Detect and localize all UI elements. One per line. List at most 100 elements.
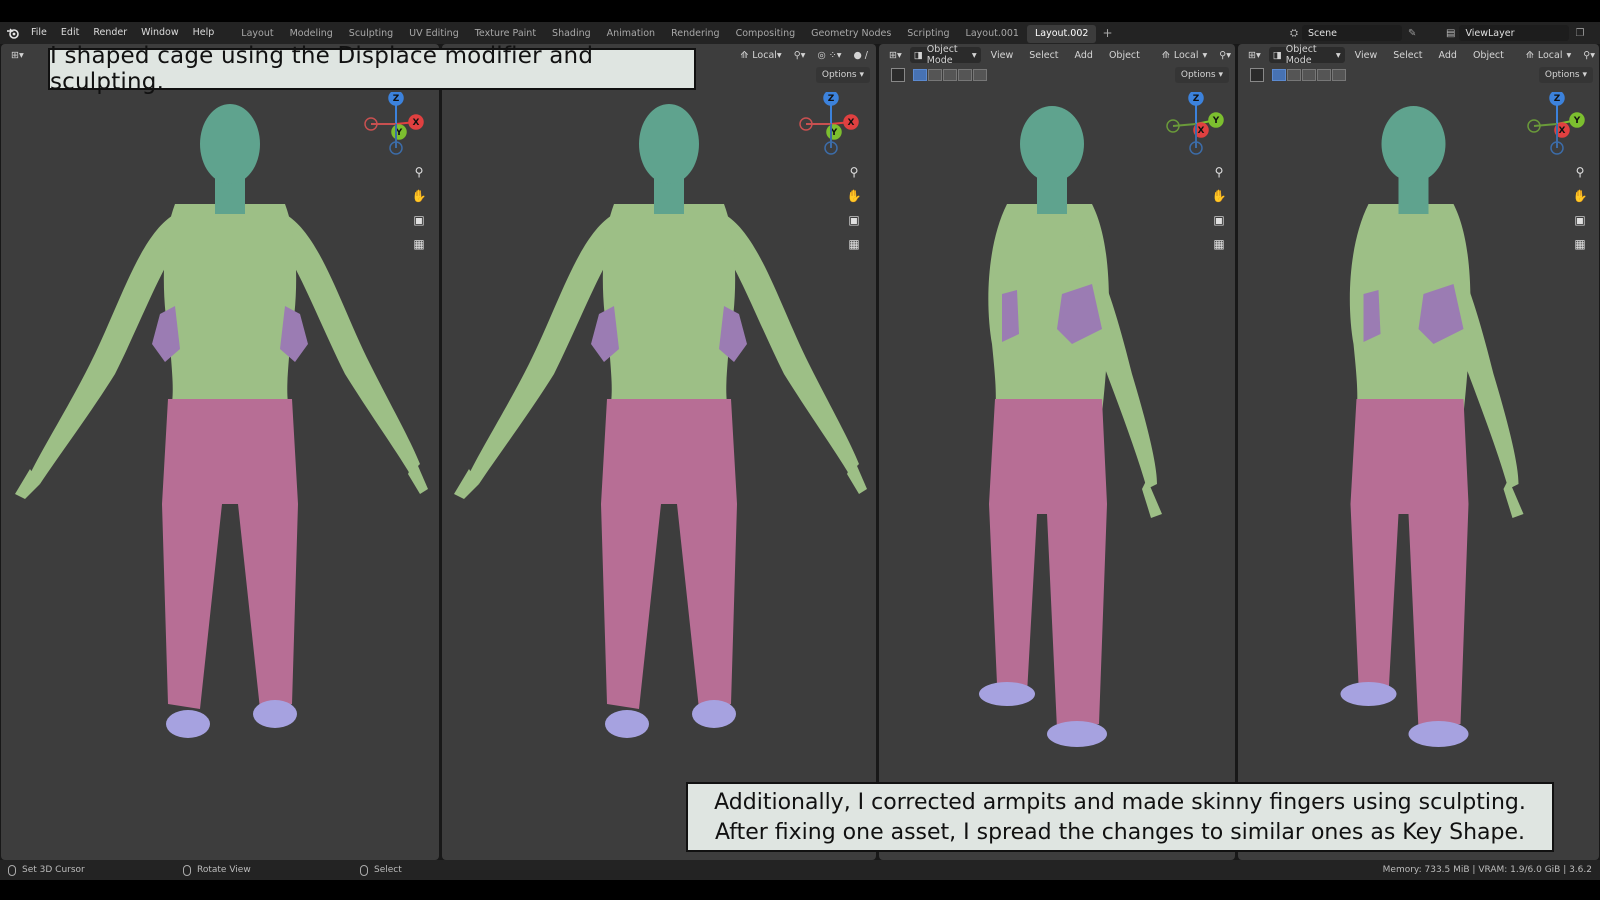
tab-shading[interactable]: Shading <box>544 25 599 43</box>
ortho-grid-icon[interactable]: ▦ <box>409 234 429 254</box>
shoe-front <box>1047 721 1107 747</box>
svg-text:X: X <box>1198 126 1205 136</box>
scene-selector[interactable]: ⛭ Scene ✎ <box>1290 24 1430 42</box>
zoom-icon[interactable]: ⚲ <box>1209 162 1229 182</box>
caption-bottom-line2: After fixing one asset, I spread the cha… <box>714 820 1526 845</box>
viewport-3[interactable]: ⊞▾ ◨ Object Mode ▾ View Select Add Object… <box>879 44 1235 860</box>
svg-text:X: X <box>1559 126 1566 136</box>
status-right-action-label: Select <box>374 865 402 875</box>
mouse-middle-icon <box>183 864 191 876</box>
scene-name: Scene <box>1308 27 1337 39</box>
pan-hand-icon[interactable]: ✋ <box>844 186 864 206</box>
holster-back <box>1002 290 1019 342</box>
viewlayer-icon: ▤ <box>1446 27 1456 39</box>
blender-logo-icon[interactable] <box>2 22 24 44</box>
shirt <box>602 204 736 414</box>
pants <box>1350 399 1469 729</box>
svg-text:Z: Z <box>393 94 400 104</box>
head <box>1381 106 1446 182</box>
shoe-front <box>1408 721 1469 747</box>
caption-bottom: Additionally, I corrected armpits and ma… <box>686 782 1554 852</box>
mouse-left-icon <box>8 864 16 876</box>
nav-tools: ⚲ ✋ ▣ ▦ <box>409 162 433 254</box>
character-body <box>454 104 867 738</box>
pan-hand-icon[interactable]: ✋ <box>1209 186 1229 206</box>
tab-geometry-nodes[interactable]: Geometry Nodes <box>803 25 899 43</box>
camera-view-icon[interactable]: ▣ <box>844 210 864 230</box>
pan-hand-icon[interactable]: ✋ <box>409 186 429 206</box>
viewport-2[interactable]: ⟰ Local ▾ ⚲▾ ◎ ⁘▾ ● / Options ▾ X Y Z ⚲ ✋ ▣ ▦ <box>442 44 876 860</box>
shoe-back <box>979 682 1035 706</box>
status-right-action: Select <box>360 864 402 876</box>
menu-render[interactable]: Render <box>86 22 134 44</box>
head <box>200 104 260 184</box>
tab-modeling[interactable]: Modeling <box>282 25 341 43</box>
zoom-icon[interactable]: ⚲ <box>1570 162 1590 182</box>
zoom-icon[interactable]: ⚲ <box>409 162 429 182</box>
nav-tools: ⚲ ✋ ▣ ▦ <box>844 162 868 254</box>
copy-icon[interactable]: ❐ <box>1575 28 1584 39</box>
menu-file[interactable]: File <box>24 22 54 44</box>
character-figure <box>454 104 867 738</box>
navigation-gizmo[interactable]: XYZ <box>796 92 866 162</box>
top-bar: File Edit Render Window Help Layout Mode… <box>0 22 1600 44</box>
letterbox-top <box>0 0 1600 22</box>
tab-rendering[interactable]: Rendering <box>663 25 728 43</box>
character-figure <box>1340 106 1524 747</box>
nav-tools: ⚲ ✋ ▣ ▦ <box>1570 162 1594 254</box>
svg-text:X: X <box>848 118 855 128</box>
ortho-grid-icon[interactable]: ▦ <box>1570 234 1590 254</box>
viewlayer-field[interactable]: ViewLayer <box>1459 25 1570 41</box>
left-arm <box>30 214 175 484</box>
tab-layout[interactable]: Layout <box>233 25 281 43</box>
holster-back <box>1363 290 1381 342</box>
caption-top-text: I shaped cage using the Displace modifie… <box>50 43 594 95</box>
add-workspace-button[interactable]: + <box>1096 22 1118 44</box>
camera-view-icon[interactable]: ▣ <box>1209 210 1229 230</box>
viewlayer-name: ViewLayer <box>1465 27 1515 39</box>
zoom-icon[interactable]: ⚲ <box>844 162 864 182</box>
tab-uv-editing[interactable]: UV Editing <box>401 25 467 43</box>
svg-text:X: X <box>413 118 420 128</box>
nav-tools: ⚲ ✋ ▣ ▦ <box>1209 162 1233 254</box>
status-left: Set 3D Cursor <box>8 864 85 876</box>
navigation-gizmo[interactable]: XYZ <box>361 92 431 162</box>
tab-compositing[interactable]: Compositing <box>728 25 804 43</box>
shoe-right <box>692 700 736 728</box>
ortho-grid-icon[interactable]: ▦ <box>844 234 864 254</box>
camera-view-icon[interactable]: ▣ <box>409 210 429 230</box>
workspace-tabs: Layout Modeling Sculpting UV Editing Tex… <box>233 23 1097 43</box>
tab-layout-002[interactable]: Layout.002 <box>1026 25 1097 43</box>
tab-sculpting[interactable]: Sculpting <box>341 25 401 43</box>
ortho-grid-icon[interactable]: ▦ <box>1209 234 1229 254</box>
character-body <box>15 104 428 738</box>
status-stats: Memory: 733.5 MiB | VRAM: 1.9/6.0 GiB | … <box>1382 865 1592 875</box>
menu-help[interactable]: Help <box>186 22 222 44</box>
character-body <box>1340 106 1524 747</box>
viewport-1[interactable]: ⊞▾ ⟰ Local ▾ XYZ⚲✋▣▦ <box>1 44 439 860</box>
pan-hand-icon[interactable]: ✋ <box>1570 186 1590 206</box>
status-bar: Set 3D Cursor Rotate View Select Memory:… <box>0 860 1600 880</box>
viewlayer-selector[interactable]: ▤ ViewLayer ❐ <box>1446 24 1596 42</box>
tab-animation[interactable]: Animation <box>599 25 663 43</box>
tab-scripting[interactable]: Scripting <box>899 25 957 43</box>
scene-field[interactable]: Scene <box>1302 25 1402 41</box>
menu-edit[interactable]: Edit <box>54 22 86 44</box>
navigation-gizmo[interactable]: YX Z <box>1522 92 1592 162</box>
shoe-right <box>253 700 297 728</box>
status-left-label: Set 3D Cursor <box>22 865 85 875</box>
caption-bottom-line1: Additionally, I corrected armpits and ma… <box>714 790 1526 815</box>
navigation-gizmo[interactable]: YX Z <box>1161 92 1231 162</box>
caption-top: I shaped cage using the Displace modifie… <box>48 43 696 95</box>
pants <box>601 399 737 709</box>
tab-layout-001[interactable]: Layout.001 <box>958 25 1027 43</box>
menu-window[interactable]: Window <box>134 22 185 44</box>
shirt <box>163 204 297 414</box>
camera-view-icon[interactable]: ▣ <box>1570 210 1590 230</box>
svg-text:Z: Z <box>1193 94 1200 104</box>
status-middle-label: Rotate View <box>197 865 251 875</box>
viewport-4[interactable]: ⊞▾ ◨ Object Mode ▾ View Select Add Object… <box>1238 44 1599 860</box>
tab-texture-paint[interactable]: Texture Paint <box>467 25 544 43</box>
pin-icon[interactable]: ✎ <box>1408 28 1416 39</box>
pants <box>989 399 1107 729</box>
